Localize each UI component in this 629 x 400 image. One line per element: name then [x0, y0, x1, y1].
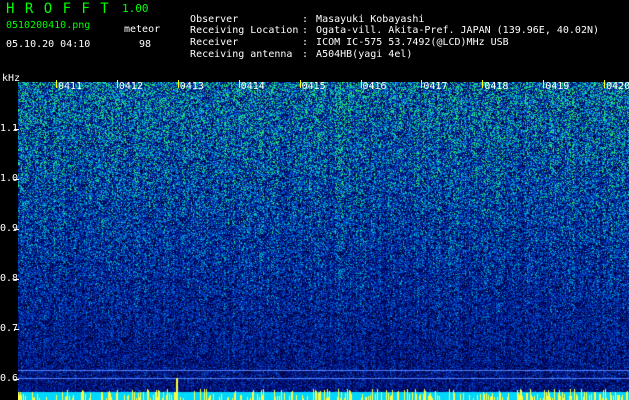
time-label: 0414	[240, 81, 265, 92]
time-tick-mark	[299, 80, 301, 88]
time-tick-mark	[238, 80, 240, 88]
time-label: 0417	[423, 81, 448, 92]
datetime-label: 05.10.20 04:10	[6, 39, 91, 50]
app-title: H R O F F T	[6, 1, 110, 17]
info-separator: :	[302, 49, 309, 60]
y-tick-mark	[14, 129, 19, 130]
time-tick-mark	[177, 80, 179, 88]
y-tick-mark	[14, 329, 19, 330]
info-label: Receiving antenna	[190, 49, 293, 60]
count-label: 98	[139, 39, 152, 50]
time-tick-mark	[482, 80, 484, 88]
time-tick-mark	[604, 80, 606, 88]
app-version: 1.00	[122, 2, 149, 15]
spectrogram-plot	[18, 82, 629, 400]
time-tick-mark	[360, 80, 362, 88]
time-tick-mark	[421, 80, 423, 88]
time-label: 0411	[58, 81, 83, 92]
time-tick-mark	[543, 80, 545, 88]
time-tick-mark	[56, 80, 57, 88]
time-label: 0418	[484, 81, 509, 92]
time-tick-mark	[116, 80, 118, 88]
time-label: 0419	[545, 81, 570, 92]
filename-label: 0510200410.png	[6, 20, 91, 31]
y-tick-mark	[14, 279, 19, 280]
time-label: 0412	[118, 81, 143, 92]
time-label: 0415	[301, 81, 326, 92]
unit-label: kHz	[2, 73, 21, 84]
spectrogram-canvas	[18, 82, 629, 400]
y-tick-mark	[14, 379, 19, 380]
mode-label: meteor	[124, 24, 161, 35]
y-tick-mark	[14, 229, 19, 230]
time-label: 0420	[606, 81, 629, 92]
time-label: 0416	[362, 81, 387, 92]
info-value: A504HB(yagi 4el)	[316, 49, 413, 60]
info-antenna: Receiving antenna: A504HB(yagi 4el)	[178, 40, 412, 60]
time-label: 0413	[179, 81, 204, 92]
y-tick-mark	[14, 179, 19, 180]
